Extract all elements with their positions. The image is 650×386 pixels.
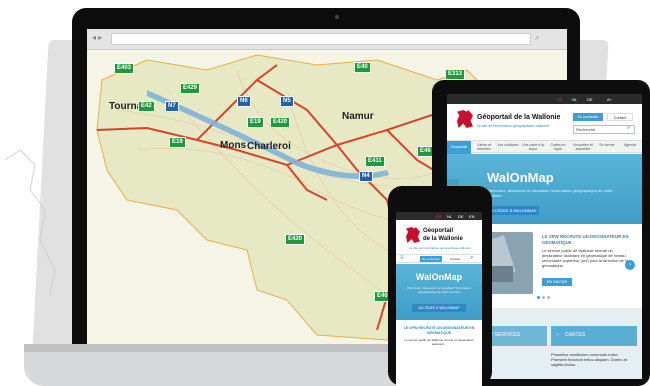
- nav-tab[interactable]: Cartes en ligne: [547, 143, 569, 151]
- wallonia-rooster-logo: [457, 110, 473, 128]
- road-shield: E40: [354, 62, 371, 73]
- site-subtitle: Le site de l'information géographique wa…: [409, 246, 471, 250]
- tile-cartes[interactable]: › CARTES: [551, 326, 637, 346]
- news-text: Le service public de Wallonie recrute un…: [404, 338, 474, 346]
- hero-text: Parcourez, découvrez et visualisez l'inf…: [487, 188, 613, 198]
- browser-nav-icons[interactable]: ◂ ▸: [92, 33, 102, 42]
- nav-tab-geoportail[interactable]: Géoportail: [447, 141, 471, 154]
- news-title: LE SPW RECRUTE UN DESSINATEUR EN GÉOMATI…: [542, 234, 629, 245]
- search-icon[interactable]: ⌕: [470, 255, 473, 262]
- news-title: LE SPW RECRUTE UN DESSINATEUR EN GÉOMATI…: [403, 326, 475, 335]
- hero-text: Parcourez, découvrez et visualisez l'inf…: [407, 286, 471, 294]
- connect-button[interactable]: Se connecter: [573, 113, 603, 121]
- nav-tab[interactable]: Les coulisses: [497, 143, 519, 147]
- carousel-next-button[interactable]: ›: [625, 260, 635, 270]
- tile-cartes-label: CARTES: [565, 332, 586, 338]
- contact-button[interactable]: Contact: [607, 113, 633, 121]
- site-subtitle: Le site de l'information géographique wa…: [477, 124, 550, 128]
- hero-button[interactable]: ACCÉDEZ À WALONMAP: [412, 304, 466, 312]
- carousel-dot[interactable]: [547, 296, 550, 299]
- tile-text: Phasellus vestibulum commodo tortor. Pra…: [551, 352, 627, 367]
- contact-button[interactable]: Contact: [446, 256, 464, 262]
- carousel-dot[interactable]: [537, 296, 540, 299]
- road-shield: E19: [169, 137, 186, 148]
- tablet-top-bar: FR NL DE A+: [447, 94, 642, 104]
- phone-screen: FR NL DE EN Géoportail de la Wallonie Le…: [396, 212, 482, 386]
- lang-fr[interactable]: FR: [557, 97, 562, 102]
- lang-de[interactable]: DE: [458, 214, 464, 219]
- nav-tab[interactable]: Agenda: [619, 143, 641, 147]
- wallonia-rooster-logo: [406, 227, 420, 243]
- road-shield: N4: [359, 171, 373, 182]
- nav-tab[interactable]: Cartes et données: [473, 143, 495, 151]
- phone-hero-banner: WalOnMap Parcourez, découvrez et visuali…: [396, 264, 482, 320]
- road-shield: E313: [445, 69, 466, 80]
- map-label-charleroi: Charleroi: [247, 141, 291, 152]
- phone-nav-bar: ≡ Se connecter Contact ⌕: [396, 254, 482, 263]
- phone-top-bar: FR NL DE EN: [396, 212, 482, 220]
- road-shield: N7: [165, 101, 179, 112]
- browser-url-bar[interactable]: [111, 33, 531, 45]
- search-input[interactable]: Recherche: [573, 125, 635, 134]
- lang-nl[interactable]: NL: [572, 97, 577, 102]
- main-nav: Géoportail Cartes et données Les couliss…: [447, 140, 642, 154]
- road-shield: E403: [114, 63, 135, 74]
- hamburger-menu-icon[interactable]: ≡: [400, 255, 404, 261]
- site-title-line2: de la Wallonie: [423, 236, 463, 242]
- map-label-namur: Namur: [342, 111, 374, 122]
- hero-title: WalOnMap: [487, 170, 554, 185]
- search-icon[interactable]: ⌕: [535, 33, 539, 43]
- hero-title: WalOnMap: [415, 272, 463, 282]
- lang-en[interactable]: EN: [469, 214, 475, 219]
- road-shield: E411: [365, 156, 385, 167]
- lang-fr[interactable]: FR: [436, 214, 441, 219]
- browser-chrome: ◂ ▸ ⌕: [87, 29, 567, 50]
- hero-button[interactable]: ACCÉDEZ À WALONMAP: [487, 206, 539, 215]
- chevron-right-icon: ›: [557, 332, 559, 338]
- nav-tab[interactable]: Une carte à la loupe: [522, 143, 544, 151]
- connect-button[interactable]: Se connecter: [420, 256, 442, 262]
- news-text: Le service public de Wallonie recrute un…: [542, 248, 629, 268]
- site-title: Géoportail de la Wallonie: [477, 114, 561, 121]
- lang-nl[interactable]: NL: [447, 214, 452, 219]
- road-shield: E42: [138, 101, 155, 112]
- map-label-mons: Mons: [220, 140, 247, 151]
- device-mockup-scene: ◂ ▸ ⌕ Tournai Mons Charleroi Namur E403 …: [0, 0, 650, 386]
- road-shield: N6: [237, 96, 251, 107]
- road-shield: E19: [247, 117, 264, 128]
- lang-de[interactable]: DE: [587, 97, 593, 102]
- lang-a-plus[interactable]: A+: [607, 97, 612, 102]
- search-icon[interactable]: ⌕: [627, 125, 630, 132]
- site-title-line1: Géoportail: [423, 228, 454, 234]
- road-shield: E420: [270, 117, 291, 128]
- laptop-camera: [335, 15, 339, 19]
- carousel-dot[interactable]: [542, 296, 545, 299]
- nav-tab[interactable]: Se former: [597, 143, 617, 147]
- nav-tab[interactable]: Nouvelles et actualités: [572, 143, 594, 151]
- road-shield: E420: [285, 234, 306, 245]
- road-shield: E429: [180, 83, 201, 94]
- news-more-button[interactable]: EN SAVOIR PLUS: [542, 278, 572, 292]
- road-shield: N5: [280, 96, 294, 107]
